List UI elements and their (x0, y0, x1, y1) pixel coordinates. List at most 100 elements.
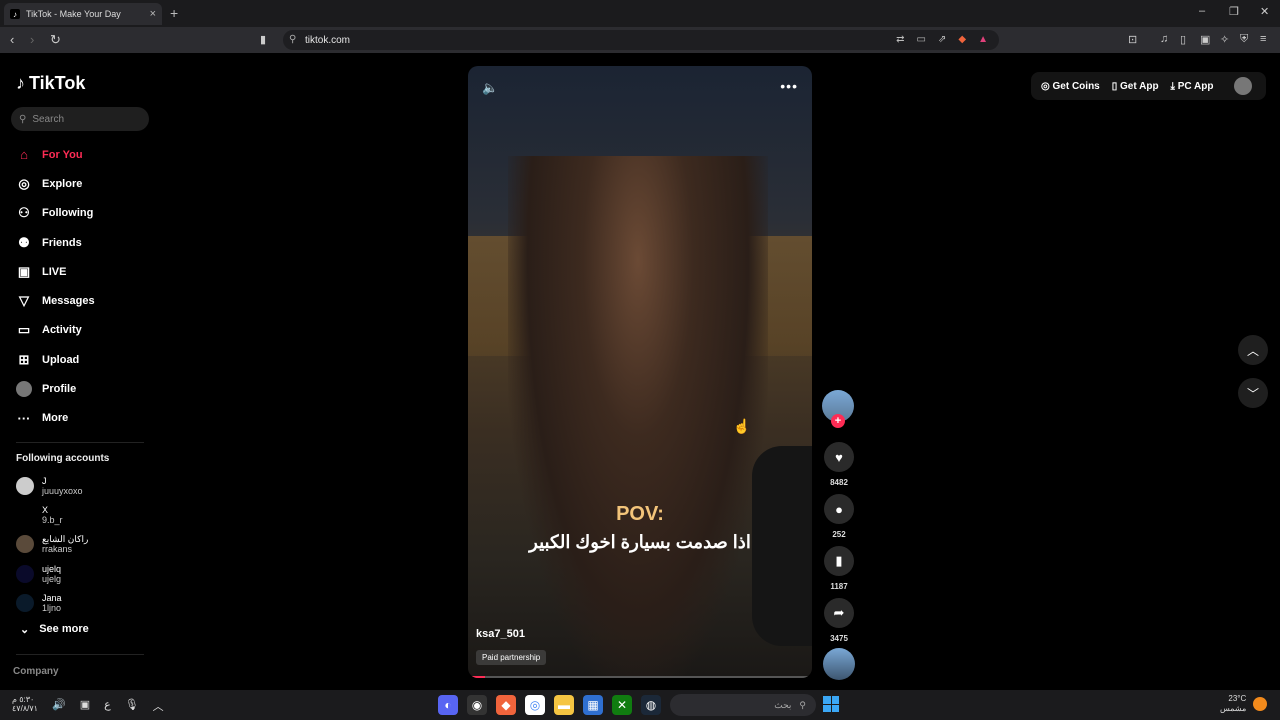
nav-for-you[interactable]: ⌂ For You (16, 140, 156, 169)
friends-icon: ⚉ (18, 234, 30, 250)
volume-tray-icon[interactable]: 🔊 (52, 698, 66, 714)
tray-expand-icon[interactable]: ︿ (153, 698, 164, 714)
video-player[interactable]: 🔈 ••• POV: اذا صدمت بسيارة اخوك الكبير k… (468, 66, 812, 678)
volume-icon[interactable]: 🔈 (482, 80, 498, 96)
nav-profile[interactable]: Profile (16, 374, 156, 403)
clock[interactable]: ٥:٣٠ م ٤٧/٨/٧١ (12, 695, 38, 713)
music-disc-icon[interactable] (823, 648, 855, 680)
previous-video-button[interactable]: ︿ (1238, 335, 1268, 365)
avatar (16, 535, 34, 554)
windows-start-icon[interactable] (823, 696, 839, 712)
cast-icon[interactable]: ▭ (917, 34, 926, 45)
nav-messages[interactable]: ▽ Messages (16, 286, 156, 315)
see-more-button[interactable]: ⌄ See more (20, 623, 89, 636)
vpn-icon[interactable]: ⛨ (1240, 33, 1248, 46)
nav-upload[interactable]: ⊞ Upload (16, 345, 156, 374)
chevron-down-icon: ﹀ (1246, 386, 1259, 401)
steam-icon[interactable]: ◍ (641, 695, 661, 715)
leo-icon[interactable]: ⊡ (1128, 33, 1137, 46)
nav-friends[interactable]: ⚉ Friends (16, 228, 156, 257)
share-action[interactable]: ➦ 3475 (822, 598, 856, 643)
reload-icon[interactable]: ↻ (50, 32, 61, 48)
taskbar-search[interactable]: بحث ⚲ (670, 694, 816, 716)
browser-tab-bar: ♪ TikTok - Make Your Day × + – ❐ ✕ (0, 0, 1280, 27)
network-icon[interactable]: ▣ (80, 698, 90, 714)
bookmark-icon[interactable]: ▮ (260, 33, 266, 46)
maximize-button[interactable]: ❐ (1229, 5, 1239, 18)
media-icon[interactable]: ♫ (1160, 33, 1168, 45)
paid-partnership-badge: Paid partnership (476, 650, 547, 665)
get-coins-button[interactable]: ◎ Get Coins (1041, 81, 1100, 92)
video-caption-pov: POV: (616, 503, 664, 525)
heart-icon[interactable]: ♥ (824, 442, 854, 472)
tab-close-icon[interactable]: × (150, 8, 156, 20)
translate-icon[interactable]: ⇄ (896, 34, 904, 45)
share-icon[interactable]: ⇗ (938, 34, 946, 45)
like-count: 8482 (830, 478, 848, 487)
ai-icon[interactable]: ✧ (1220, 33, 1229, 46)
close-window-button[interactable]: ✕ (1260, 5, 1269, 18)
nav-more[interactable]: ··· More (16, 404, 156, 433)
chrome-icon[interactable]: ◎ (525, 695, 545, 715)
get-app-button[interactable]: ▯ Get App (1112, 81, 1159, 92)
mic-icon[interactable]: 🎙 (125, 698, 139, 714)
account-item[interactable]: Jjuuuyxoxo (16, 471, 88, 500)
account-item[interactable]: X 9.b_r (16, 500, 88, 529)
divider (16, 442, 144, 443)
upload-icon: ⊞ (18, 351, 30, 367)
follow-plus-icon[interactable]: + (831, 414, 845, 428)
menu-icon[interactable]: ≡ (1260, 33, 1266, 45)
account-item[interactable]: Jana 1ljno (16, 588, 88, 617)
pc-app-button[interactable]: ⤓ PC App (1171, 81, 1214, 92)
brave-shield-icon[interactable]: ◆ (958, 34, 966, 45)
new-tab-button[interactable]: + (170, 5, 178, 21)
xbox-icon[interactable]: ✕ (612, 695, 632, 715)
more-options-icon[interactable]: ••• (780, 78, 798, 94)
language-icon[interactable]: ع (104, 698, 111, 714)
compass-icon: ◎ (18, 175, 30, 191)
activity-icon: ▭ (17, 322, 31, 338)
brave-icon[interactable]: ◆ (496, 695, 516, 715)
avatar (16, 593, 34, 612)
account-item[interactable]: راكان الشايع rrakans (16, 530, 88, 559)
divider (16, 654, 144, 655)
save-count: 1187 (830, 582, 848, 591)
account-item[interactable]: ujelq ujelg (16, 559, 88, 588)
nav-explore[interactable]: ◎ Explore (16, 169, 156, 198)
app-icon[interactable]: ◉ (467, 695, 487, 715)
minimize-button[interactable]: – (1199, 5, 1205, 17)
nav-live[interactable]: ▣ LIVE (16, 257, 156, 286)
file-explorer-icon[interactable]: ▬ (554, 695, 574, 715)
save-action[interactable]: ▮ 1187 (822, 546, 856, 591)
forward-icon[interactable]: › (30, 32, 34, 47)
comment-action[interactable]: ● 252 (822, 494, 856, 539)
user-avatar[interactable] (1234, 77, 1252, 95)
back-icon[interactable]: ‹ (10, 32, 14, 47)
browser-tab[interactable]: ♪ TikTok - Make Your Day × (4, 3, 162, 25)
search-icon: ⚲ (19, 113, 27, 125)
wallet-icon[interactable]: ▣ (1200, 33, 1210, 46)
share-arrow-icon[interactable]: ➦ (824, 598, 854, 628)
video-progress-bar[interactable] (468, 676, 812, 678)
tiktok-logo[interactable]: ♪ TikTok (16, 73, 85, 94)
next-video-button[interactable]: ﹀ (1238, 378, 1268, 408)
bookmark-icon[interactable]: ▮ (824, 546, 854, 576)
weather-widget[interactable]: 23°C مشمس (1220, 694, 1246, 714)
discord-icon[interactable]: ◐ (438, 695, 458, 715)
creator-avatar[interactable]: + (822, 390, 854, 428)
search-input[interactable]: ⚲ Search (11, 107, 149, 131)
brave-rewards-icon[interactable]: ▲ (978, 34, 988, 45)
more-icon: ··· (17, 410, 31, 426)
store-icon[interactable]: ▦ (583, 695, 603, 715)
company-link[interactable]: Company (13, 666, 59, 677)
comment-icon[interactable]: ● (824, 494, 854, 524)
like-action[interactable]: ♥ 8482 (822, 442, 856, 487)
nav-activity[interactable]: ▭ Activity (16, 316, 156, 345)
share-count: 3475 (830, 634, 848, 643)
url-field[interactable]: ⚲ tiktok.com (283, 30, 999, 50)
sidebar-toggle-icon[interactable]: ▯ (1180, 33, 1186, 46)
site-info-icon[interactable]: ⚲ (289, 34, 296, 45)
search-placeholder: Search (32, 113, 65, 125)
video-username[interactable]: ksa7_501 (476, 628, 525, 640)
nav-following[interactable]: ⚇ Following (16, 199, 156, 228)
